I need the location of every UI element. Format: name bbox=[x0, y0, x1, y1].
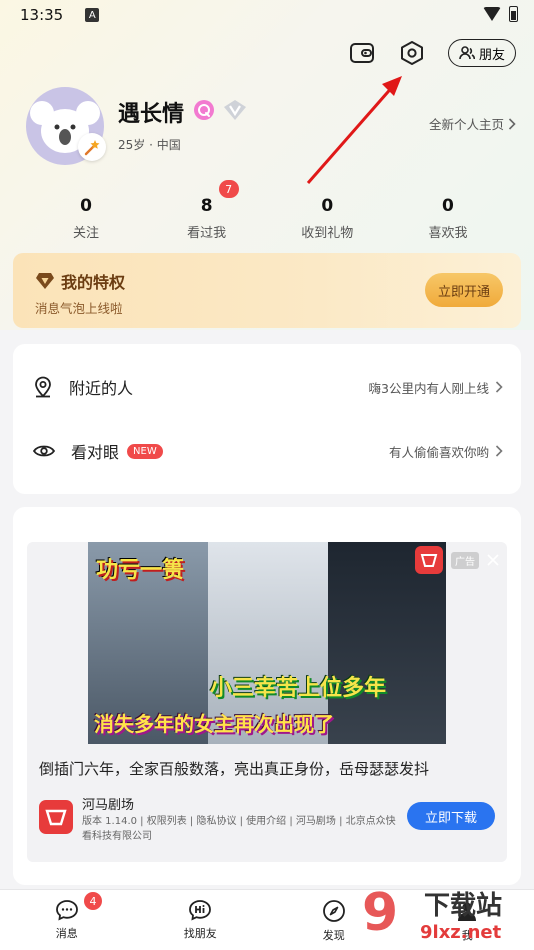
friends-button[interactable]: 朋友 bbox=[447, 39, 516, 67]
visitors-count-badge: 7 bbox=[218, 180, 239, 198]
stat-value: 0 bbox=[442, 196, 454, 216]
stat-value: 0 bbox=[80, 196, 92, 216]
stat-likes[interactable]: 0 喜欢我 bbox=[398, 196, 498, 241]
tab-label: 消息 bbox=[55, 927, 78, 940]
chevron-right-icon bbox=[508, 117, 516, 130]
username: 遇长情 bbox=[118, 102, 185, 127]
ad-card: 功亏一篑 小三幸苦上位多年 消失多年的女主再次出现了 广告 倒插门六年，全家百般… bbox=[13, 507, 521, 885]
menu-label: 附近的人 bbox=[69, 379, 134, 398]
user-badges bbox=[193, 99, 247, 121]
privilege-banner[interactable]: 我的特权 消息气泡上线啦 立即开通 bbox=[13, 253, 521, 328]
eye-icon bbox=[33, 445, 55, 457]
location-pin-icon bbox=[35, 376, 51, 398]
ad-title: 倒插门六年，全家百般数落，亮出真正身份，岳母瑟瑟发抖 bbox=[39, 760, 430, 778]
menu-item-nearby[interactable]: 附近的人 嗨3公里内有人刚上线 bbox=[13, 356, 521, 418]
menu-hint-text: 嗨3公里内有人刚上线 bbox=[368, 380, 489, 396]
ad-caption-top: 功亏一篑 bbox=[96, 558, 185, 583]
homepage-link-label: 全新个人主页 bbox=[428, 117, 504, 132]
avatar[interactable] bbox=[26, 87, 106, 165]
tab-label: 发现 bbox=[322, 929, 345, 942]
diamond-icon bbox=[36, 273, 54, 289]
menu-hint-text: 有人偷偷喜欢你哟 bbox=[388, 444, 489, 460]
watermark-text: 下载站 bbox=[424, 891, 502, 921]
ad-caption-bottom: 消失多年的女主再次出现了 bbox=[94, 712, 334, 736]
hippo-app-logo-icon bbox=[415, 546, 443, 574]
ad-caption-mid: 小三幸苦上位多年 bbox=[210, 676, 387, 701]
user-meta: 25岁 · 中国 bbox=[118, 138, 181, 152]
tab-label: 找朋友 bbox=[183, 927, 217, 940]
battery-icon bbox=[509, 6, 518, 22]
wand-badge-icon bbox=[78, 133, 106, 161]
stat-value: 8 bbox=[200, 196, 213, 216]
privilege-title: 我的特权 bbox=[35, 269, 125, 293]
notification-a-icon: A bbox=[85, 8, 100, 22]
menu-label: 看对眼 bbox=[71, 443, 120, 462]
stat-gifts[interactable]: 0 收到礼物 bbox=[277, 196, 377, 241]
watermark-domain: 9lxz.net bbox=[420, 922, 502, 943]
pink-chat-badge-icon bbox=[194, 100, 214, 120]
compass-icon bbox=[322, 900, 345, 922]
ad-app-info[interactable]: 版本 1.14.0 | 权限列表 | 隐私协议 | 使用介绍 | 河马剧场 | … bbox=[82, 814, 402, 844]
privilege-title-text: 我的特权 bbox=[61, 273, 126, 292]
wifi-icon bbox=[483, 7, 501, 21]
status-bar: 13:35 A bbox=[0, 0, 534, 30]
chat-bubble-icon bbox=[55, 900, 78, 921]
chevron-right-icon bbox=[495, 445, 503, 457]
messages-badge: 4 bbox=[84, 892, 102, 910]
homepage-link[interactable]: 全新个人主页 bbox=[429, 114, 516, 133]
close-icon[interactable] bbox=[487, 554, 499, 566]
hippo-app-logo-icon bbox=[39, 800, 73, 834]
svg-text:9: 9 bbox=[362, 883, 398, 943]
menu-item-match[interactable]: 看对眼 NEW 有人偷偷喜欢你哟 bbox=[13, 420, 521, 482]
menu-hint: 有人偷偷喜欢你哟 bbox=[389, 442, 503, 461]
ad-label: 广告 bbox=[451, 551, 479, 569]
new-tag: NEW bbox=[127, 443, 163, 459]
friends-label: 朋友 bbox=[478, 46, 505, 62]
download-button[interactable]: 立即下载 bbox=[407, 802, 495, 830]
vip-v-badge-icon bbox=[224, 100, 246, 120]
stat-label: 看过我 bbox=[187, 226, 227, 241]
site-watermark: 9 下载站 9lxz.net bbox=[362, 883, 502, 943]
status-time: 13:35 bbox=[20, 6, 64, 24]
stat-visitors[interactable]: 7 8 看过我 bbox=[157, 180, 257, 241]
stat-following[interactable]: 0 关注 bbox=[36, 196, 136, 241]
stat-label: 收到礼物 bbox=[301, 226, 354, 241]
ad-inner[interactable]: 功亏一篑 小三幸苦上位多年 消失多年的女主再次出现了 广告 倒插门六年，全家百般… bbox=[27, 542, 507, 862]
wallet-icon[interactable] bbox=[348, 39, 376, 67]
stat-label: 关注 bbox=[72, 226, 99, 241]
tab-messages[interactable]: 4 消息 bbox=[0, 890, 134, 950]
activate-button[interactable]: 立即开通 bbox=[425, 273, 503, 307]
tab-find-friends[interactable]: 找朋友 bbox=[134, 890, 268, 950]
chevron-right-icon bbox=[495, 381, 503, 393]
settings-hexagon-icon[interactable] bbox=[398, 39, 426, 67]
ad-image[interactable]: 功亏一篑 小三幸苦上位多年 消失多年的女主再次出现了 bbox=[88, 542, 446, 744]
stat-value: 0 bbox=[321, 196, 334, 216]
ad-tag: 广告 bbox=[415, 546, 499, 574]
privilege-subtitle: 消息气泡上线啦 bbox=[35, 301, 123, 316]
menu-hint: 嗨3公里内有人刚上线 bbox=[369, 378, 503, 397]
top-actions: 朋友 bbox=[348, 39, 516, 67]
menu-card: 附近的人 嗨3公里内有人刚上线 看对眼 NEW 有人偷偷喜欢你哟 bbox=[13, 344, 521, 494]
stat-label: 喜欢我 bbox=[428, 226, 468, 241]
ad-app-name: 河马剧场 bbox=[82, 798, 135, 813]
hi-bubble-icon bbox=[189, 900, 212, 921]
friends-icon bbox=[459, 46, 475, 60]
stats-row: 0 关注 7 8 看过我 0 收到礼物 0 喜欢我 bbox=[36, 180, 498, 241]
